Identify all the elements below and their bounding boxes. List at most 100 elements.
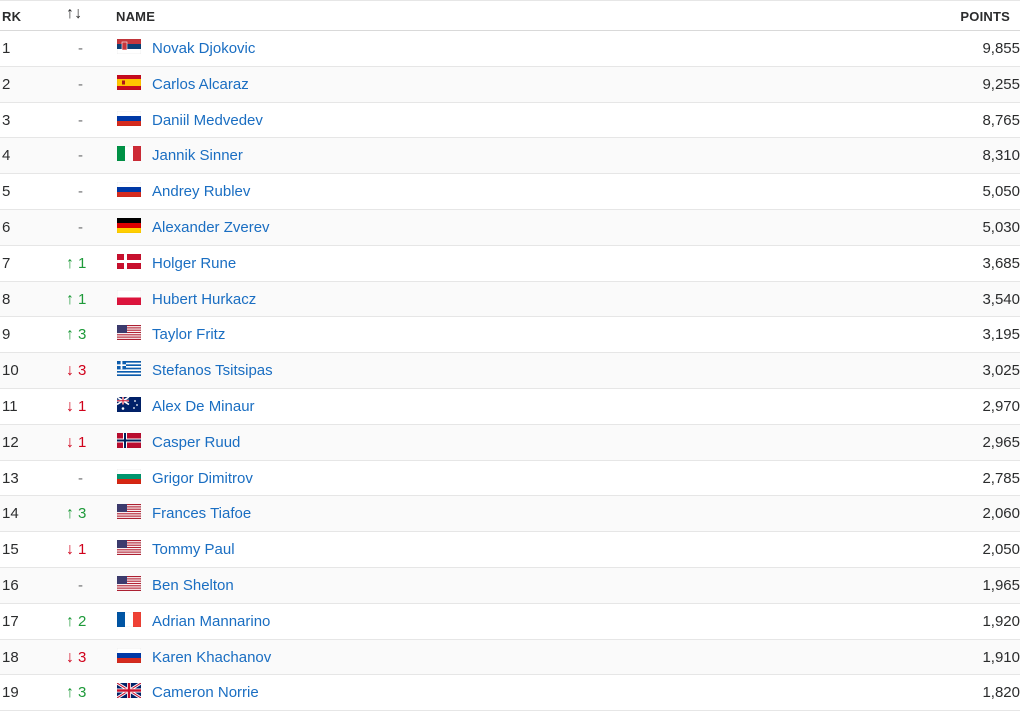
points-cell: 5,050 (982, 183, 1020, 201)
movement-value: - (78, 75, 83, 93)
arrow-down-icon: ↓ (66, 433, 74, 451)
movement-cell: ↓ 1 (66, 434, 102, 451)
country-flag-icon (117, 683, 141, 699)
country-flag-icon (117, 504, 141, 520)
trend-column-header[interactable]: ↑↓ (66, 5, 102, 23)
movement-cell: ↓ 1 (66, 541, 102, 558)
movement-cell: ↓ 3 (66, 649, 102, 666)
movement-value: 1 (78, 541, 87, 559)
movement-cell: - (66, 219, 114, 236)
player-name-link[interactable]: Alexander Zverev (152, 219, 270, 236)
movement-cell: - (66, 470, 114, 487)
movement-cell: ↑ 3 (66, 326, 102, 343)
player-name-link[interactable]: Frances Tiafoe (152, 505, 251, 522)
movement-value: 1 (78, 433, 87, 451)
rank-cell: 19 (2, 684, 19, 702)
points-cell: 3,025 (982, 362, 1020, 380)
rank-cell: 2 (2, 75, 11, 93)
points-cell: 2,050 (982, 541, 1020, 559)
movement-cell: ↓ 3 (66, 362, 102, 379)
movement-value: - (78, 576, 83, 594)
country-flag-icon (117, 253, 141, 269)
table-row: 5 - Andrey Rublev 5,050 (0, 174, 1020, 210)
player-name-link[interactable]: Holger Rune (152, 255, 236, 272)
country-flag-icon (117, 217, 141, 233)
rank-cell: 13 (2, 469, 19, 487)
player-name-link[interactable]: Tommy Paul (152, 541, 235, 558)
rank-cell: 15 (2, 541, 19, 559)
player-name-link[interactable]: Hubert Hurkacz (152, 291, 256, 308)
player-name-link[interactable]: Karen Khachanov (152, 649, 271, 666)
country-flag-icon (117, 325, 141, 341)
rank-cell: 12 (2, 433, 19, 451)
points-cell: 3,540 (982, 290, 1020, 308)
table-row: 8 ↑ 1 Hubert Hurkacz 3,540 (0, 281, 1020, 318)
player-name-link[interactable]: Andrey Rublev (152, 183, 250, 200)
player-name-link[interactable]: Alex De Minaur (152, 398, 255, 415)
points-cell: 3,685 (982, 254, 1020, 272)
player-name-link[interactable]: Taylor Fritz (152, 326, 225, 343)
player-name-link[interactable]: Stefanos Tsitsipas (152, 362, 273, 379)
table-row: 15 ↓ 1 Tommy Paul 2,050 (0, 532, 1020, 568)
player-name-link[interactable]: Novak Djokovic (152, 40, 255, 57)
movement-cell: ↑ 1 (66, 291, 102, 308)
movement-cell: - (66, 577, 114, 594)
movement-value: 3 (78, 505, 87, 523)
country-flag-icon (117, 110, 141, 126)
rank-column-header[interactable]: RK (2, 9, 21, 24)
table-row: 9 ↑ 3 Taylor Fritz 3,195 (0, 317, 1020, 354)
table-header: RK ↑↓ NAME POINTS (0, 0, 1020, 31)
movement-value: 3 (78, 684, 87, 702)
country-flag-icon (117, 396, 141, 412)
player-name-link[interactable]: Adrian Mannarino (152, 613, 270, 630)
arrow-up-icon: ↑ (66, 684, 74, 702)
points-cell: 9,855 (982, 40, 1020, 57)
player-name-link[interactable]: Daniil Medvedev (152, 112, 263, 129)
country-flag-icon (117, 74, 141, 90)
points-cell: 8,765 (982, 111, 1020, 129)
table-row: 18 ↓ 3 Karen Khachanov 1,910 (0, 639, 1020, 676)
points-cell: 2,785 (982, 469, 1020, 487)
table-body: 1 - Novak Djokovic 9,855 2 - Carlos Alcaraz 9,2… (0, 31, 1020, 711)
rank-cell: 7 (2, 254, 11, 272)
points-cell: 2,060 (982, 505, 1020, 523)
table-row: 14 ↑ 3 Frances Tiafoe 2,060 (0, 496, 1020, 533)
rank-cell: 16 (2, 576, 19, 594)
player-name-link[interactable]: Grigor Dimitrov (152, 470, 253, 487)
table-row: 13 - Grigor Dimitrov 2,785 (0, 461, 1020, 497)
movement-value: 3 (78, 362, 87, 380)
movement-value: - (78, 183, 83, 201)
movement-value: 3 (78, 648, 87, 666)
player-name-link[interactable]: Casper Ruud (152, 434, 240, 451)
table-row: 3 - Daniil Medvedev 8,765 (0, 103, 1020, 139)
player-name-link[interactable]: Jannik Sinner (152, 147, 243, 164)
country-flag-icon (117, 146, 141, 162)
movement-cell: ↑ 3 (66, 505, 102, 522)
player-name-link[interactable]: Cameron Norrie (152, 684, 259, 701)
movement-value: 2 (78, 612, 87, 630)
name-column-header[interactable]: NAME (116, 9, 155, 24)
table-row: 1 - Novak Djokovic 9,855 (0, 31, 1020, 67)
movement-value: 1 (78, 397, 87, 415)
points-cell: 9,255 (982, 75, 1020, 93)
country-flag-icon (117, 575, 141, 591)
player-name-link[interactable]: Ben Shelton (152, 577, 234, 594)
points-cell: 1,920 (982, 612, 1020, 630)
table-row: 6 - Alexander Zverev 5,030 (0, 209, 1020, 246)
rank-cell: 8 (2, 290, 11, 308)
points-cell: 3,195 (982, 326, 1020, 344)
movement-value: 1 (78, 254, 87, 272)
movement-cell: - (66, 112, 114, 129)
points-cell: 1,820 (982, 684, 1020, 702)
arrow-up-icon: ↑ (66, 612, 74, 630)
player-name-link[interactable]: Carlos Alcaraz (152, 76, 249, 93)
table-row: 16 - Ben Shelton 1,965 (0, 567, 1020, 604)
movement-cell: ↑ 1 (66, 255, 102, 272)
arrow-down-icon: ↓ (66, 362, 74, 380)
rank-cell: 1 (2, 40, 11, 57)
arrow-up-icon: ↑ (66, 290, 74, 308)
points-column-header[interactable]: POINTS (960, 9, 1010, 24)
country-flag-icon (117, 468, 141, 484)
country-flag-icon (117, 39, 141, 54)
country-flag-icon (117, 647, 141, 663)
